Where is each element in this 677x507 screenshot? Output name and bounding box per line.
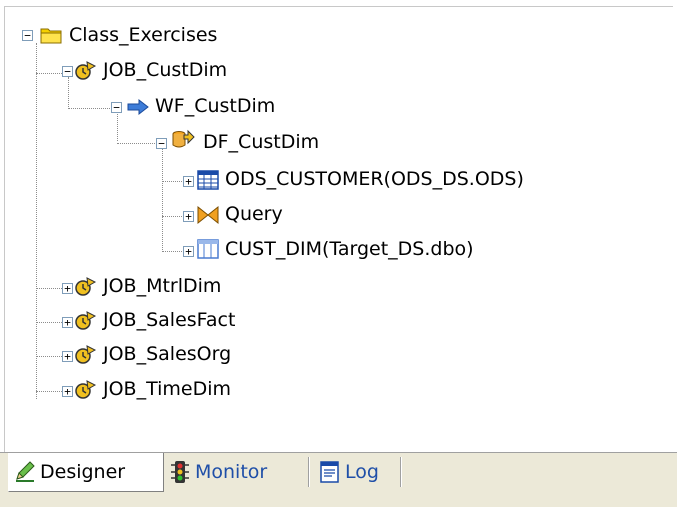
tree-line-wf (117, 111, 118, 141)
tree-line-h9 (36, 356, 62, 357)
expand-toggle-job-salesorg[interactable]: + (62, 351, 73, 362)
tree-node-ods-customer[interactable]: ODS_CUSTOMER(ODS_DS.ODS) (225, 168, 524, 190)
tab-separator (400, 457, 402, 487)
tree-line-job (68, 77, 69, 107)
workflow-arrow-icon (127, 98, 149, 116)
expand-toggle-job-mtrldim[interactable]: + (62, 283, 73, 294)
tree-line-h10 (36, 391, 62, 392)
tree-line-h6 (162, 251, 182, 252)
expand-toggle-job-timedim[interactable]: + (62, 386, 73, 397)
expand-toggle-cust-dim[interactable]: + (183, 246, 194, 257)
log-document-icon (320, 461, 339, 483)
tab-log[interactable]: Log (318, 453, 398, 491)
tree-node-df-custdim[interactable]: DF_CustDim (203, 131, 319, 153)
tree-line-h8 (36, 322, 62, 323)
project-tree-panel: − Class_Exercises − JOB_CustDim − WF_Cus… (0, 0, 677, 507)
tab-separator (308, 457, 310, 487)
tree-line-h5 (162, 216, 182, 217)
job-icon (75, 345, 97, 364)
tab-designer[interactable]: Designer (8, 453, 164, 492)
tab-monitor[interactable]: Monitor (168, 453, 306, 491)
expand-toggle-query[interactable]: + (183, 211, 194, 222)
job-icon (75, 380, 97, 399)
monitor-traffic-light-icon (171, 461, 189, 483)
tab-monitor-label: Monitor (195, 461, 268, 483)
tree-line-h4 (162, 181, 182, 182)
tree-line-h7 (36, 288, 62, 289)
tree-node-job-salesorg[interactable]: JOB_SalesOrg (103, 343, 231, 365)
expand-toggle-job-salesfact[interactable]: + (62, 317, 73, 328)
tree-node-job-custdim[interactable]: JOB_CustDim (103, 59, 227, 81)
project-tree[interactable]: − Class_Exercises − JOB_CustDim − WF_Cus… (4, 6, 673, 453)
tree-line-root (36, 43, 37, 399)
expand-toggle-class-exercises[interactable]: − (22, 30, 33, 41)
tree-node-class-exercises[interactable]: Class_Exercises (69, 24, 217, 46)
tree-node-job-timedim[interactable]: JOB_TimeDim (103, 378, 231, 400)
source-table-icon (197, 170, 219, 190)
tree-line-h2 (68, 108, 110, 109)
query-transform-icon (197, 205, 219, 225)
tab-designer-label: Designer (40, 461, 126, 483)
tree-node-job-salesfact[interactable]: JOB_SalesFact (103, 309, 235, 331)
expand-toggle-df-custdim[interactable]: − (156, 138, 167, 149)
tab-log-label: Log (345, 461, 379, 483)
tree-node-job-mtrldim[interactable]: JOB_MtrlDim (103, 275, 221, 297)
tree-line-h1 (36, 73, 62, 74)
expand-toggle-wf-custdim[interactable]: − (111, 102, 122, 113)
target-table-icon (197, 239, 219, 259)
designer-pencil-icon (16, 461, 35, 482)
tree-node-cust-dim[interactable]: CUST_DIM(Target_DS.dbo) (225, 238, 474, 260)
folder-icon (40, 28, 62, 44)
expand-toggle-ods-customer[interactable]: + (183, 176, 194, 187)
dataflow-icon (172, 129, 195, 148)
bottom-tab-bar: Designer Monitor Log (0, 452, 677, 507)
tree-node-query[interactable]: Query (225, 203, 283, 225)
tree-line-df (162, 147, 163, 252)
job-icon (75, 311, 97, 330)
tree-node-wf-custdim[interactable]: WF_CustDim (155, 95, 275, 117)
expand-toggle-job-custdim[interactable]: − (62, 66, 73, 77)
job-icon (75, 277, 97, 296)
tree-line-h3 (117, 143, 155, 144)
job-icon (75, 61, 97, 80)
